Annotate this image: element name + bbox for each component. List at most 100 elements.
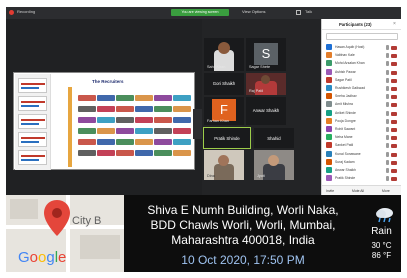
close-icon[interactable]: × (393, 21, 396, 27)
google-logo: Google (18, 249, 66, 266)
rain-cloud-icon (376, 208, 393, 223)
participant-search-input[interactable] (326, 33, 398, 40)
participant-video (214, 164, 234, 180)
meeting-top-bar: Recording You are viewing screen View Op… (6, 7, 401, 19)
company-logo (154, 106, 172, 112)
microphone-icon (386, 45, 389, 50)
participant-status-icons (386, 127, 398, 132)
google-logo-letter: o (29, 249, 39, 266)
camera-off-icon (391, 46, 397, 50)
company-logo (173, 106, 191, 112)
participant-name: Aniket Shinde (335, 110, 356, 115)
google-logo-letter: g (46, 249, 55, 266)
view-options-button[interactable]: View Options (242, 9, 266, 14)
address-line-1: Shiva E Numh Building, Worli Naka, (147, 203, 339, 217)
invite-button[interactable]: Invite (326, 189, 334, 193)
slide-title: The Recruiters (92, 79, 124, 84)
slide-thumbnail (18, 132, 47, 147)
company-logo (116, 139, 134, 145)
fullscreen-icon[interactable] (296, 10, 301, 15)
slide-thumbnail-rail (15, 74, 51, 170)
timestamp: 10 Oct 2020, 17:50 PM (181, 253, 305, 267)
company-logo (135, 95, 153, 101)
microphone-icon (386, 151, 389, 157)
company-logo (97, 128, 115, 134)
tile-name: Anwar Shaikh (252, 108, 280, 113)
video-tile[interactable]: Raj Patil (246, 73, 286, 95)
address-line-3: Maharashtra 400018, India (171, 233, 315, 247)
company-logo (116, 128, 134, 134)
video-tile[interactable]: F Farhan Khan (204, 97, 244, 125)
mute-all-button[interactable]: Mute All (352, 189, 364, 193)
shared-slide: The Recruiters (13, 72, 195, 170)
company-logo (97, 117, 115, 123)
participant-name: Rohit Sawant (335, 127, 356, 131)
recording-label: Recording (17, 9, 36, 14)
company-logo (78, 150, 96, 156)
participant-name: Suraj Kadam (335, 159, 355, 164)
video-tile[interactable]: S Sagar Shete (246, 38, 286, 71)
tile-label: Jyoti (257, 174, 265, 178)
participant-row[interactable]: Pratik Shinde (326, 174, 400, 183)
camera-off-icon (391, 95, 397, 100)
company-logo (135, 150, 153, 156)
company-logo (78, 128, 96, 134)
company-logo (116, 117, 134, 123)
video-tile[interactable]: Sahil Khan (204, 38, 244, 71)
camera-off-icon (391, 87, 397, 91)
participant-video (263, 164, 285, 180)
more-button[interactable]: More (382, 189, 390, 193)
company-logo (78, 106, 96, 112)
company-logo (97, 139, 115, 145)
company-logo (173, 117, 191, 123)
participant-avatar (326, 68, 332, 75)
recording-icon (9, 10, 14, 15)
participant-name: Ashish Pawar (335, 69, 356, 74)
avatar: F (212, 99, 236, 121)
weather-condition: Rain (371, 226, 392, 237)
participant-avatar (326, 175, 332, 182)
participant-avatar (326, 101, 332, 108)
tile-label: Farhan Khan (207, 119, 229, 123)
company-logo (173, 150, 191, 156)
video-tile[interactable]: Shahid (254, 128, 294, 148)
camera-off-icon (391, 128, 397, 132)
video-tile[interactable]: Dina (204, 150, 244, 180)
slide-thumbnail (18, 78, 47, 93)
participant-status-icons (386, 168, 398, 173)
panel-resize-handle[interactable] (193, 109, 202, 139)
participant-status-icons (386, 143, 398, 149)
participant-avatar (326, 93, 332, 100)
participant-avatar (326, 167, 332, 173)
tile-name: Gori Shaikh (212, 81, 236, 86)
video-tile[interactable]: Jyoti (254, 150, 294, 180)
video-tile[interactable]: Gori Shaikh (204, 73, 244, 95)
participant-name: Sanket Patil (335, 143, 354, 148)
speaker-view-button[interactable]: Talk (305, 9, 312, 14)
microphone-icon (386, 110, 389, 116)
temperature-celsius: 30 °C (371, 241, 392, 250)
company-logo (173, 139, 191, 145)
camera-off-icon (391, 70, 397, 75)
participant-name: Neha Mane (335, 135, 353, 140)
company-logo (78, 139, 96, 145)
active-speaker-tile[interactable]: Pratik Shinde (203, 127, 251, 149)
company-logo (173, 128, 191, 134)
tile-label: Sagar Shete (249, 65, 271, 69)
camera-off-icon (391, 111, 397, 116)
company-logo (135, 139, 153, 145)
microphone-icon (386, 135, 389, 141)
camera-off-icon (391, 144, 397, 149)
slide-thumbnail (18, 114, 47, 129)
company-logo (116, 95, 134, 101)
address-line-2: BDD Chawls Worli, Worli, Mumbai, (150, 218, 336, 232)
participant-avatar (326, 109, 332, 116)
video-tile[interactable]: Anwar Shaikh (246, 97, 286, 125)
participant-name: Amit Mishra (335, 102, 353, 107)
participant-name: Pratik Shinde (335, 176, 356, 181)
shared-screen-area: The Recruiters (6, 19, 202, 195)
microphone-icon (386, 53, 389, 59)
google-logo-letter: e (58, 249, 67, 266)
tile-label: Sahil Khan (207, 65, 226, 69)
participants-panel: Participants (23) × Hasan Aquib (Host) Va… (321, 19, 401, 195)
